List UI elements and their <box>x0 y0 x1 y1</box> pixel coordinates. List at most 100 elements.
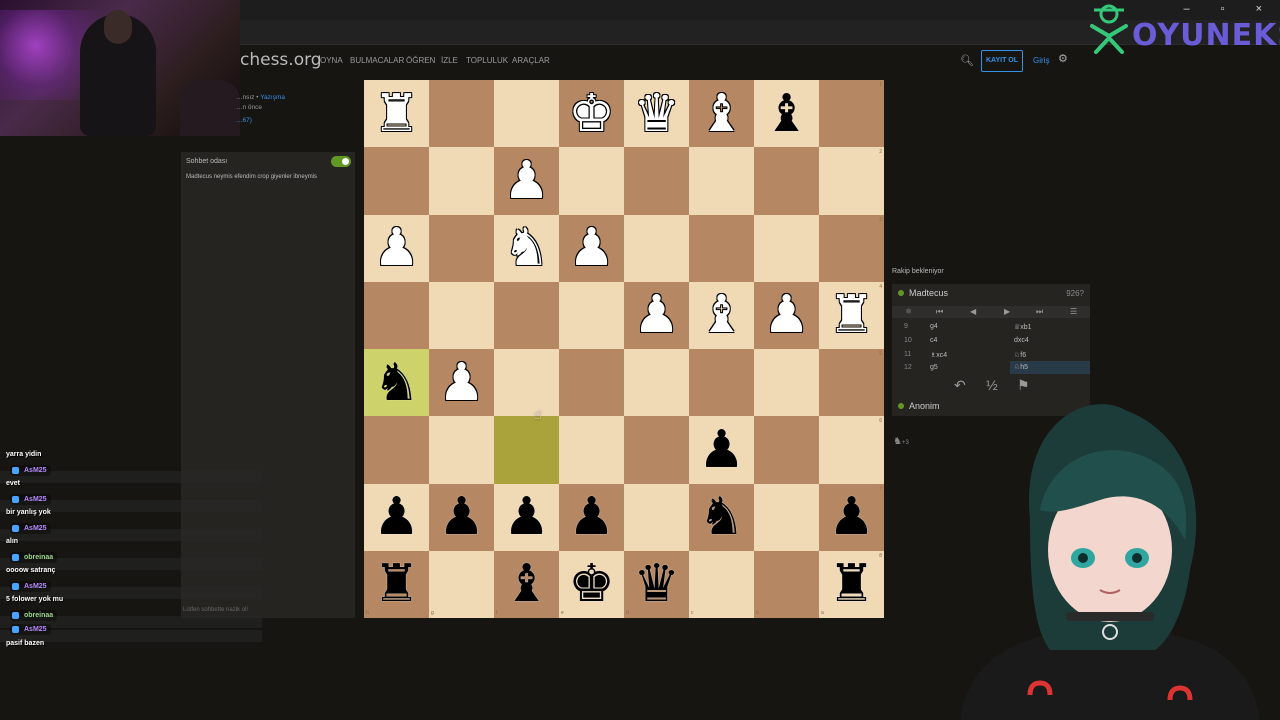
board-square[interactable] <box>559 416 624 484</box>
black-king-icon[interactable]: ♚ <box>568 558 615 610</box>
board-square[interactable]: ♟ <box>494 147 559 215</box>
move-row[interactable]: 12 g5 ♘h5 <box>892 361 1090 374</box>
chat-username[interactable]: obreinaa <box>10 609 58 621</box>
nav-community[interactable]: TOPLULUK <box>466 56 508 65</box>
board-square[interactable]: ♟ <box>429 483 494 551</box>
board-square[interactable] <box>429 281 494 349</box>
analysis-icon[interactable]: ⚛ <box>905 307 912 316</box>
nav-watch[interactable]: İZLE <box>441 56 458 65</box>
board-square[interactable]: ♟ <box>754 281 819 349</box>
black-pawn-icon[interactable]: ♟ <box>503 491 550 543</box>
board-square[interactable]: ♛ <box>624 80 689 148</box>
board-square[interactable]: ♟ <box>819 483 884 551</box>
chat-username[interactable]: AsM25 <box>10 464 51 476</box>
white-pawn-icon[interactable]: ♟ <box>503 155 550 207</box>
board-square[interactable] <box>494 416 559 484</box>
black-pawn-icon[interactable]: ♟ <box>828 491 875 543</box>
board-square[interactable] <box>754 147 819 215</box>
board-square[interactable] <box>819 214 884 282</box>
chat-username[interactable]: obreinaa <box>10 551 58 563</box>
board-square[interactable] <box>819 416 884 484</box>
chat-username[interactable]: AsM25 <box>10 580 51 592</box>
board-square[interactable]: ♚ <box>559 550 624 618</box>
chess-board[interactable]: ♜ ♚ ♛ ♝ ♝ ♟ ♟ ♞ ♟ ♟ ♝ ♟ ♜ ♞ ♟ ♟ ♟ ♟ ♟ ♟ ♞ ♟ ♜ ♝ ♚ ♛ ♜ 1 2 3 4 5 6 7 8 h g f e d… <box>364 80 884 618</box>
board-square[interactable] <box>429 80 494 148</box>
white-move[interactable]: c4 <box>930 337 937 344</box>
board-square[interactable]: ♟ <box>559 483 624 551</box>
black-move-active[interactable]: ♘h5 <box>1010 361 1090 374</box>
black-queen-icon[interactable]: ♛ <box>633 558 680 610</box>
board-square[interactable] <box>494 80 559 148</box>
white-rook-icon[interactable]: ♜ <box>828 289 875 341</box>
login-link[interactable]: Giriş <box>1033 56 1049 65</box>
nav-learn[interactable]: ÖĞREN <box>406 56 435 65</box>
chat-username[interactable]: AsM25 <box>10 624 51 635</box>
last-move-icon[interactable]: ⏭ <box>1036 307 1043 317</box>
black-rook-icon[interactable]: ♜ <box>373 558 420 610</box>
nav-play[interactable]: OYNA <box>320 56 343 65</box>
board-square[interactable]: ♞ <box>689 483 754 551</box>
white-pawn-icon[interactable]: ♟ <box>763 289 810 341</box>
white-bishop-icon[interactable]: ♝ <box>698 88 745 140</box>
site-logo-text[interactable]: chess.org <box>240 50 322 70</box>
gear-icon[interactable]: ⚙ <box>1058 52 1068 65</box>
white-pawn-icon[interactable]: ♟ <box>633 289 680 341</box>
board-square[interactable]: ♛ <box>624 550 689 618</box>
board-square[interactable]: ♚ <box>559 80 624 148</box>
board-square[interactable] <box>364 147 429 215</box>
board-square[interactable] <box>624 214 689 282</box>
white-queen-icon[interactable]: ♛ <box>633 88 680 140</box>
board-square[interactable] <box>559 147 624 215</box>
black-move[interactable]: ♘f6 <box>1014 351 1026 359</box>
board-square[interactable] <box>429 214 494 282</box>
draw-offer-icon[interactable]: ½ <box>986 377 998 393</box>
board-square[interactable] <box>364 281 429 349</box>
board-square[interactable] <box>364 416 429 484</box>
black-pawn-icon[interactable]: ♟ <box>373 491 420 543</box>
black-knight-icon[interactable]: ♞ <box>698 491 745 543</box>
board-square[interactable] <box>624 483 689 551</box>
nav-tools[interactable]: ARAÇLAR <box>512 56 550 65</box>
board-square[interactable] <box>624 349 689 417</box>
black-move[interactable]: ♕xb1 <box>1014 323 1032 331</box>
first-move-icon[interactable]: ⏮ <box>936 307 943 317</box>
black-bishop-icon[interactable]: ♝ <box>763 88 810 140</box>
board-square[interactable] <box>819 80 884 148</box>
correspondence-link[interactable]: Yazışma <box>260 94 285 101</box>
board-square[interactable]: ♜ <box>819 550 884 618</box>
board-square[interactable] <box>754 214 819 282</box>
chat-username[interactable]: AsM25 <box>10 522 51 534</box>
white-knight-icon[interactable]: ♞ <box>503 222 550 274</box>
black-rook-icon[interactable]: ♜ <box>828 558 875 610</box>
board-square[interactable] <box>429 550 494 618</box>
black-knight-icon[interactable]: ♞ <box>373 357 420 409</box>
white-bishop-icon[interactable]: ♝ <box>698 289 745 341</box>
board-square[interactable]: ♟ <box>429 349 494 417</box>
white-move[interactable]: g4 <box>930 323 938 330</box>
board-square[interactable] <box>689 349 754 417</box>
signup-button[interactable]: KAYIT OL <box>981 50 1023 72</box>
board-square[interactable]: ♞ <box>494 214 559 282</box>
black-pawn-icon[interactable]: ♟ <box>568 491 615 543</box>
board-square[interactable] <box>754 550 819 618</box>
board-square[interactable] <box>559 349 624 417</box>
board-square[interactable]: ♝ <box>689 281 754 349</box>
move-row[interactable]: 10 c4 dxc4 <box>892 334 1090 347</box>
bottom-player-name[interactable]: Anonim <box>909 401 940 411</box>
takeback-icon[interactable]: ↶ <box>954 377 966 394</box>
board-square[interactable]: ♟ <box>364 214 429 282</box>
white-move[interactable]: g5 <box>930 364 938 371</box>
board-square[interactable] <box>754 483 819 551</box>
black-bishop-icon[interactable]: ♝ <box>503 558 550 610</box>
board-square[interactable] <box>689 214 754 282</box>
board-square[interactable] <box>429 147 494 215</box>
black-move[interactable]: dxc4 <box>1014 337 1029 344</box>
board-square[interactable] <box>754 349 819 417</box>
board-square[interactable]: ♟ <box>689 416 754 484</box>
board-square[interactable] <box>624 416 689 484</box>
board-square[interactable]: ♜ <box>364 80 429 148</box>
black-pawn-icon[interactable]: ♟ <box>698 424 745 476</box>
search-icon[interactable]: 🔍︎ <box>960 54 974 68</box>
white-king-icon[interactable]: ♚ <box>568 88 615 140</box>
move-row[interactable]: 11 ♗xc4 ♘f6 <box>892 348 1090 361</box>
